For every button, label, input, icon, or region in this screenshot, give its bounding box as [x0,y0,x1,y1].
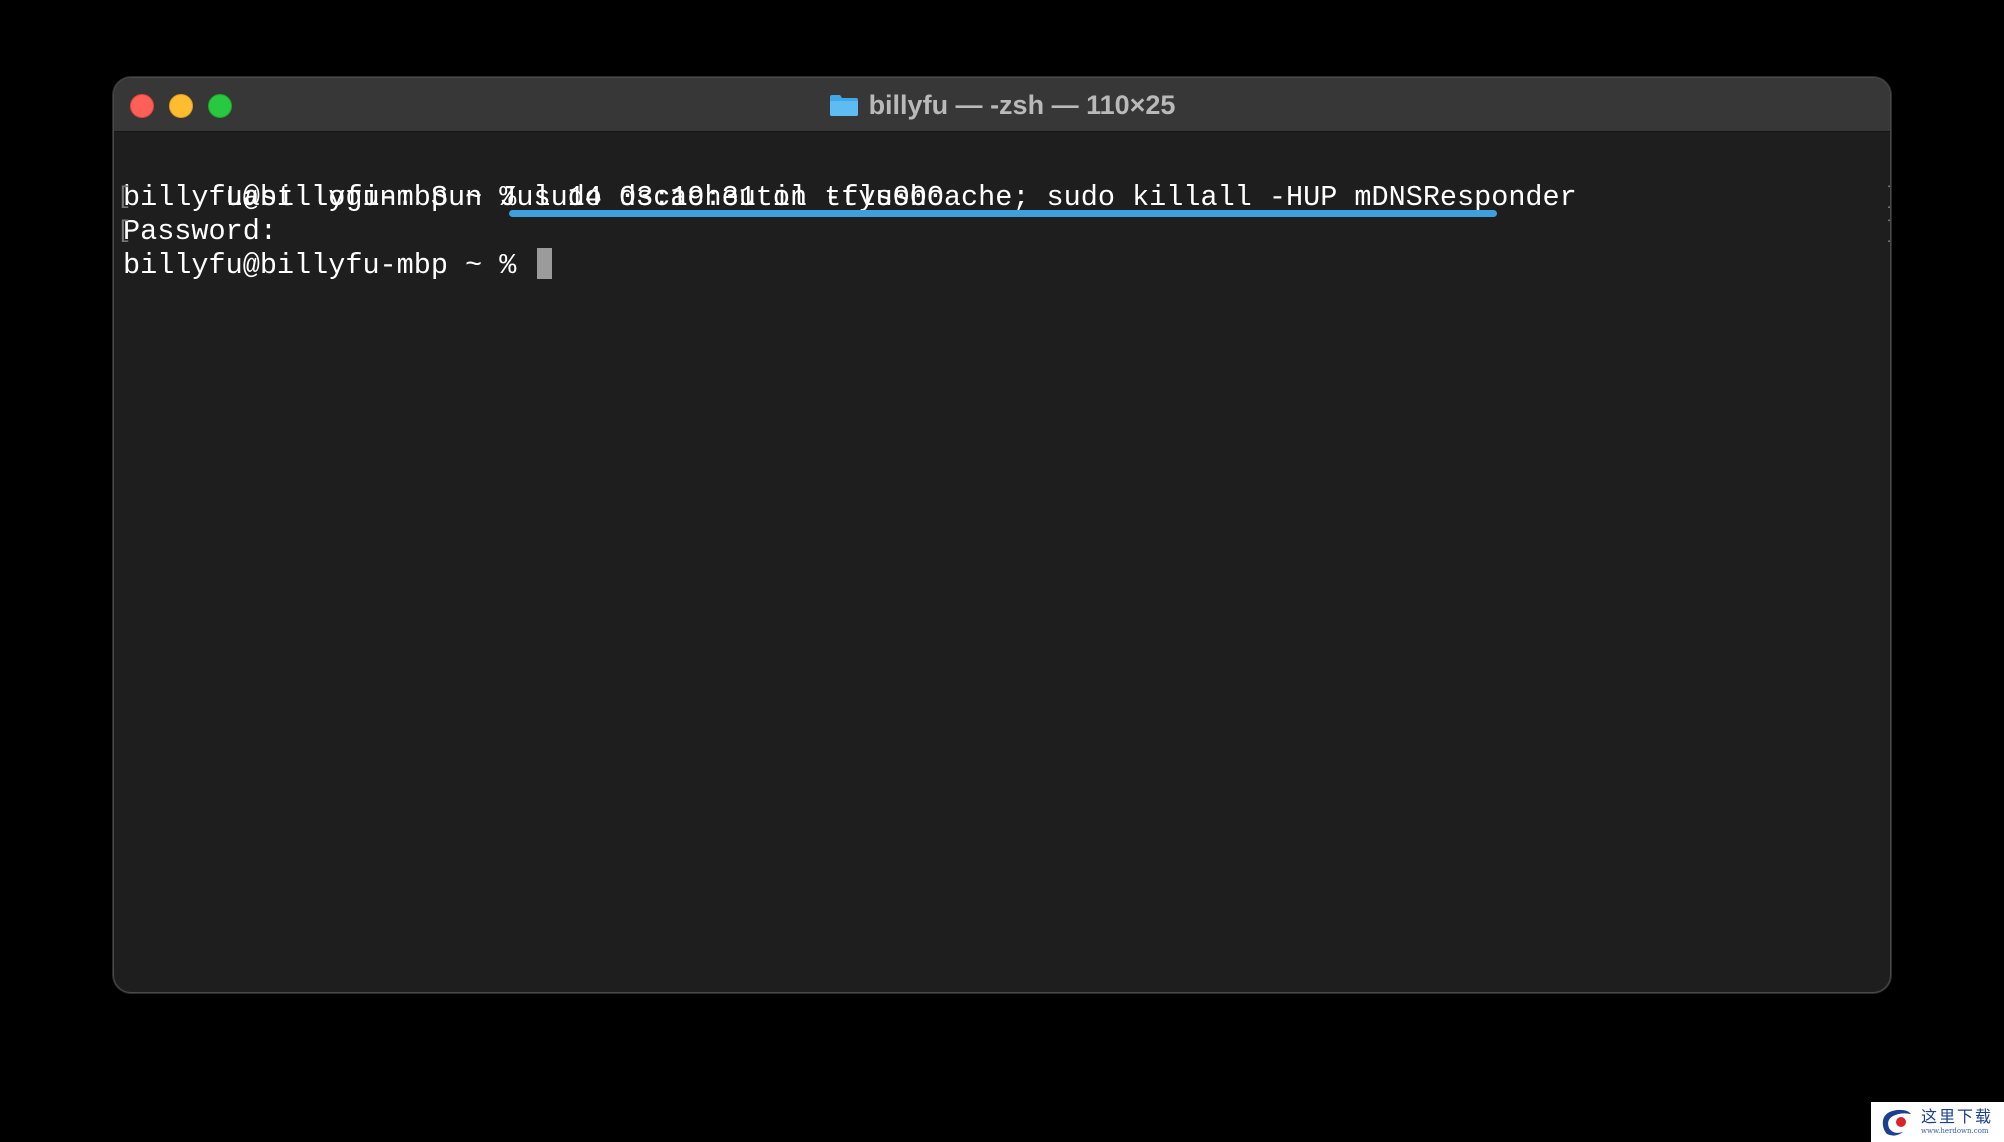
terminal-line-password: [Password: [117,215,277,249]
terminal-window: billyfu — -zsh — 110×25 Last login: Sun … [113,77,1891,993]
prompt-text: billyfu@billyfu-mbp ~ % [123,181,534,214]
watermark-logo-icon [1882,1109,1911,1136]
mark-bracket-icon: ] [1885,215,1890,249]
prompt-text: billyfu@billyfu-mbp ~ % [123,249,534,282]
folder-icon [829,95,858,116]
password-prompt-text: Password: [123,215,277,248]
site-watermark: 这里下载 www.herdown.com [1871,1102,2004,1142]
watermark-text: 这里下载 www.herdown.com [1921,1109,1993,1135]
terminal-line-prompt[interactable]: billyfu@billyfu-mbp ~ % [123,247,553,283]
mark-bracket-icon: [ [117,184,132,211]
mark-bracket-icon: ] [1885,181,1890,215]
watermark-title: 这里下载 [1921,1107,1994,1126]
text-cursor [537,247,553,279]
terminal-line-login: Last login: Sun Jul 14 03:19:31 on ttys0… [123,147,944,214]
mark-bracket-icon: [ [117,218,132,245]
window-title-group: billyfu — -zsh — 110×25 [114,78,1890,132]
title-bar[interactable]: billyfu — -zsh — 110×25 [114,78,1890,132]
terminal-content[interactable]: Last login: Sun Jul 14 03:19:31 on ttys0… [117,132,1890,992]
command-highlight-underline [509,210,1497,217]
window-title: billyfu — -zsh — 110×25 [868,89,1176,120]
watermark-url: www.herdown.com [1921,1127,1989,1135]
